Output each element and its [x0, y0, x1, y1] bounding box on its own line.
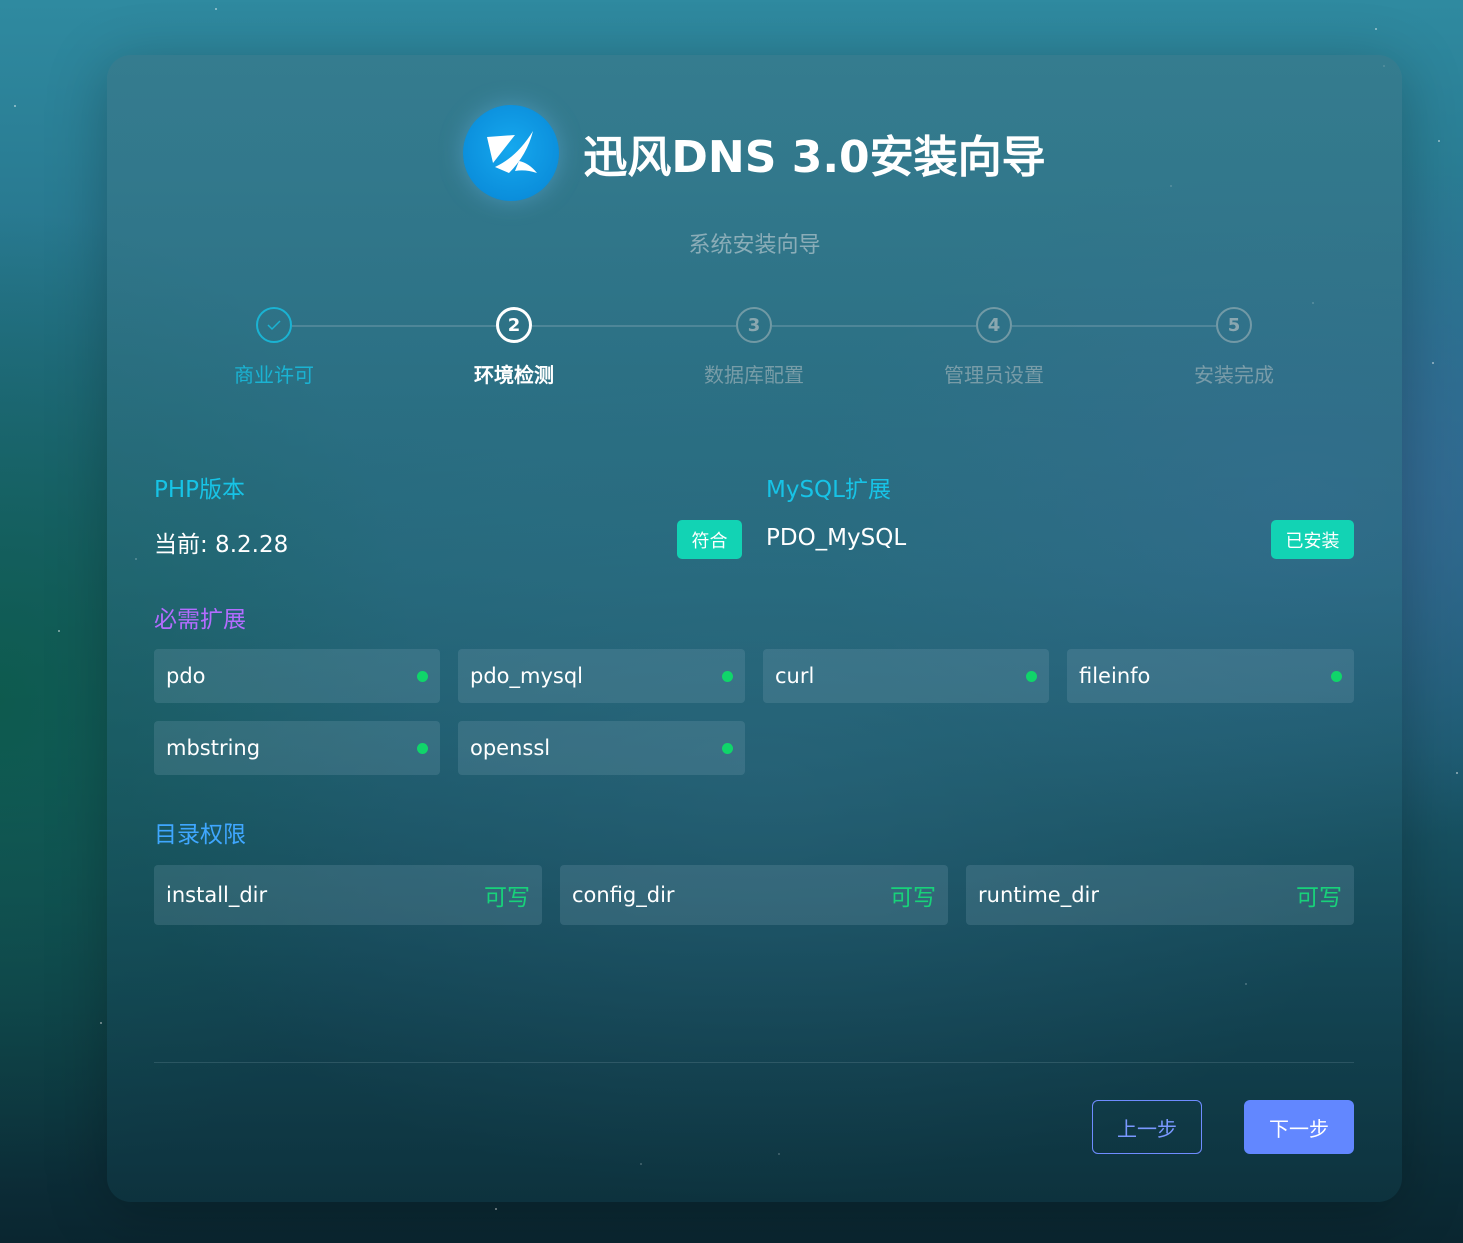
step-number: 4 [976, 307, 1012, 343]
php-version-title: PHP版本 [154, 477, 246, 503]
step-database-config: 3 数据库配置 [634, 307, 874, 388]
step-number: 2 [496, 307, 532, 343]
mysql-extension-name: PDO_MySQL [766, 525, 907, 551]
extension-item-pdo: pdo [154, 649, 440, 703]
footer-divider [154, 1062, 1354, 1063]
page-title: 迅风DNS 3.0安装向导 [583, 132, 1046, 183]
mysql-status-badge: 已安装 [1271, 520, 1354, 559]
extension-name: pdo_mysql [470, 664, 583, 688]
extension-item-pdo-mysql: pdo_mysql [458, 649, 745, 703]
step-label: 数据库配置 [704, 363, 804, 387]
step-license: 商业许可 [154, 307, 394, 388]
installer-card: 迅风DNS 3.0安装向导 系统安装向导 商业许可 2 环境检测 3 数据库配置… [107, 55, 1402, 1202]
extension-name: fileinfo [1079, 664, 1151, 688]
status-dot-icon [1331, 670, 1342, 682]
php-current-version: 当前: 8.2.28 [154, 532, 289, 558]
writable-status: 可写 [484, 885, 530, 911]
check-icon [256, 307, 292, 343]
status-dot-icon [417, 742, 428, 754]
writable-status: 可写 [1296, 885, 1342, 911]
extension-name: curl [775, 664, 815, 688]
extension-item-openssl: openssl [458, 721, 745, 775]
writable-status: 可写 [890, 885, 936, 911]
page-subtitle: 系统安装向导 [688, 233, 821, 258]
status-dot-icon [722, 670, 733, 682]
step-progress: 商业许可 2 环境检测 3 数据库配置 4 管理员设置 5 安装完成 [154, 307, 1354, 397]
directory-item-runtime: runtime_dir 可写 [966, 865, 1354, 925]
header: 迅风DNS 3.0安装向导 [107, 103, 1402, 203]
directory-item-config: config_dir 可写 [560, 865, 948, 925]
extension-name: mbstring [166, 736, 261, 760]
step-environment-check: 2 环境检测 [394, 307, 634, 388]
mysql-extension-title: MySQL扩展 [766, 477, 891, 503]
step-label: 安装完成 [1194, 363, 1274, 387]
status-dot-icon [722, 742, 733, 754]
extension-item-curl: curl [763, 649, 1049, 703]
extension-item-fileinfo: fileinfo [1067, 649, 1354, 703]
directory-name: runtime_dir [978, 883, 1099, 907]
step-admin-setup: 4 管理员设置 [874, 307, 1114, 388]
previous-step-button[interactable]: 上一步 [1092, 1100, 1202, 1154]
next-step-button[interactable]: 下一步 [1244, 1100, 1354, 1154]
extension-name: pdo [166, 664, 206, 688]
step-label: 管理员设置 [944, 363, 1044, 387]
app-logo-icon [463, 105, 560, 201]
directory-name: install_dir [166, 883, 268, 907]
status-dot-icon [417, 670, 428, 682]
directory-item-install: install_dir 可写 [154, 865, 542, 925]
required-extensions-title: 必需扩展 [154, 607, 246, 633]
step-label: 环境检测 [474, 363, 554, 387]
step-install-complete: 5 安装完成 [1114, 307, 1354, 388]
step-number: 3 [736, 307, 772, 343]
extension-name: openssl [470, 736, 551, 760]
directory-permissions-title: 目录权限 [154, 822, 246, 848]
status-dot-icon [1026, 670, 1037, 682]
directory-name: config_dir [572, 883, 675, 907]
step-number: 5 [1216, 307, 1252, 343]
step-label: 商业许可 [234, 363, 314, 387]
extension-item-mbstring: mbstring [154, 721, 440, 775]
php-status-badge: 符合 [677, 520, 742, 559]
